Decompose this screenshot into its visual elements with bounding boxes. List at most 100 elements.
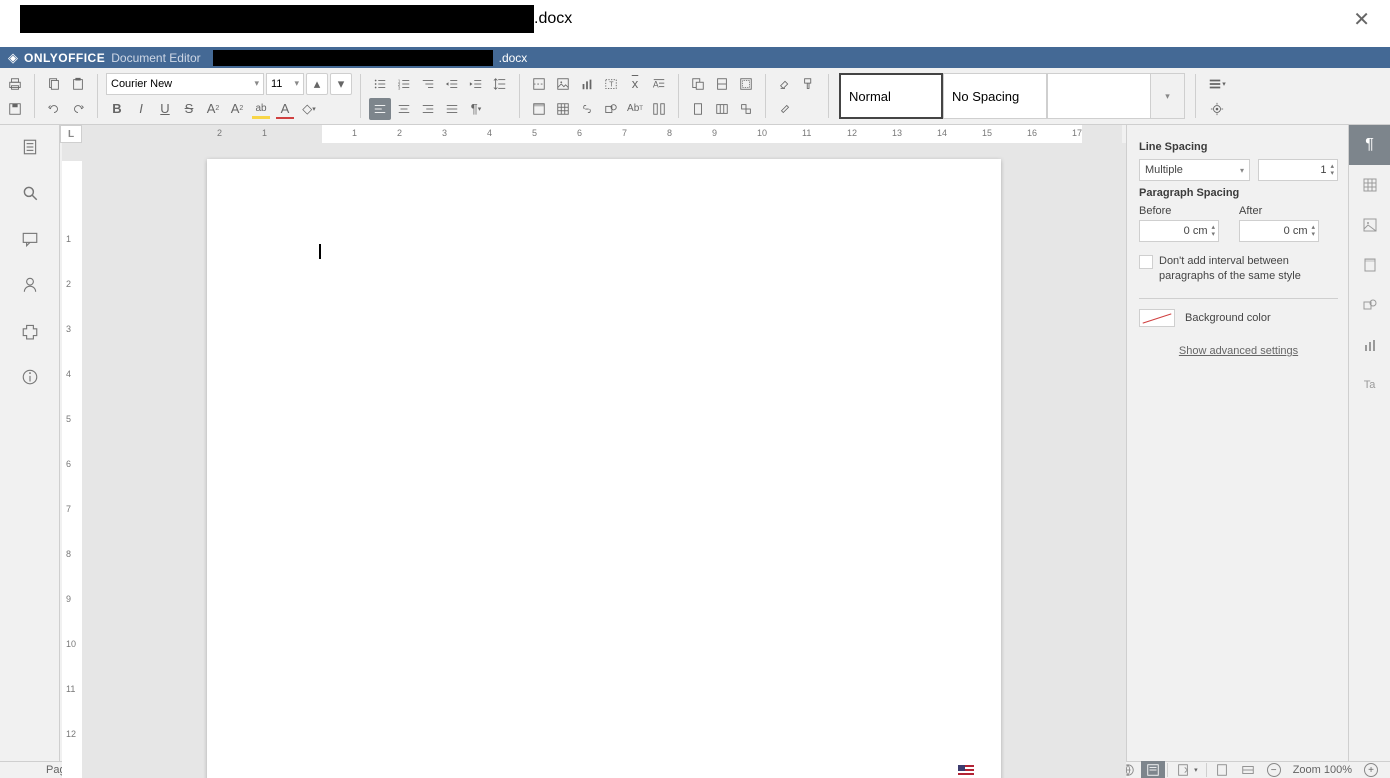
style-nospacing[interactable]: No Spacing (943, 73, 1047, 119)
highlight-tool-button[interactable] (774, 98, 796, 120)
comments-icon[interactable] (18, 227, 42, 251)
underline-button[interactable]: U (154, 98, 176, 120)
font-color-button[interactable]: A (274, 98, 296, 120)
paragraph-spacing-header: Paragraph Spacing (1139, 187, 1338, 199)
style-extra[interactable] (1047, 73, 1151, 119)
mailmerge-button[interactable] (687, 73, 709, 95)
svg-text:A: A (653, 79, 659, 89)
highlight-button[interactable]: ab (250, 98, 272, 120)
align-center-button[interactable] (393, 98, 415, 120)
bullets-button[interactable] (369, 73, 391, 95)
subscript-button[interactable]: A2 (226, 98, 248, 120)
ruler-corner[interactable]: L (60, 125, 82, 143)
strikethrough-button[interactable]: S (178, 98, 200, 120)
shape-settings-icon[interactable] (1349, 285, 1390, 325)
spacing-after-input[interactable]: 0 cm▴▾ (1239, 220, 1319, 242)
numbering-button[interactable]: 123 (393, 73, 415, 95)
decrease-font-button[interactable]: ▾ (330, 73, 352, 95)
nonprinting-button[interactable]: ¶▾ (465, 98, 487, 120)
show-advanced-link[interactable]: Show advanced settings (1179, 345, 1298, 357)
insert-header-button[interactable] (528, 98, 550, 120)
zoom-out-button[interactable]: − (1261, 763, 1287, 777)
brand-ext: .docx (499, 51, 528, 65)
track-changes-toggle[interactable] (1141, 761, 1165, 778)
header-settings-icon[interactable] (1349, 245, 1390, 285)
view-settings-button[interactable]: ▾ (1206, 73, 1228, 95)
image-settings-icon[interactable] (1349, 205, 1390, 245)
align-objects-button[interactable] (735, 98, 757, 120)
vertical-ruler[interactable]: 123456789101112 (62, 143, 82, 778)
file-tab-icon[interactable] (18, 135, 42, 159)
before-label: Before (1139, 205, 1219, 217)
page-orientation-button[interactable] (687, 98, 709, 120)
horizontal-ruler[interactable]: 211234567891011121314151617 (82, 125, 1122, 143)
print-button[interactable] (4, 73, 26, 95)
align-right-button[interactable] (417, 98, 439, 120)
copy-style-button[interactable] (798, 73, 820, 95)
font-size-select[interactable]: 11▾ (266, 73, 304, 95)
spacing-before-input[interactable]: 0 cm▴▾ (1139, 220, 1219, 242)
brand-name: ONLYOFFICE (24, 51, 105, 65)
fit-width-button[interactable] (1235, 763, 1261, 777)
page-size-button[interactable] (711, 73, 733, 95)
chat-icon[interactable] (18, 273, 42, 297)
increase-font-button[interactable]: ▴ (306, 73, 328, 95)
page-margins-button[interactable] (735, 73, 757, 95)
line-spacing-button[interactable] (489, 73, 511, 95)
italic-button[interactable]: I (130, 98, 152, 120)
align-justify-button[interactable] (441, 98, 463, 120)
style-expand-button[interactable]: ▾ (1151, 73, 1185, 119)
paste-button[interactable] (67, 73, 89, 95)
insert-image-button[interactable] (552, 73, 574, 95)
table-settings-icon[interactable] (1349, 165, 1390, 205)
redo-button[interactable] (67, 98, 89, 120)
insert-equation-button[interactable]: x (624, 73, 646, 95)
insert-link-button[interactable] (576, 98, 598, 120)
decrease-indent-button[interactable] (441, 73, 463, 95)
bold-button[interactable]: B (106, 98, 128, 120)
line-spacing-mode[interactable]: Multiple▾ (1139, 159, 1250, 181)
line-spacing-value[interactable]: 1▴▾ (1258, 159, 1338, 181)
paragraph-settings-icon[interactable]: ¶ (1349, 125, 1390, 165)
fit-page-button[interactable] (1209, 763, 1235, 777)
clear-style-button[interactable] (774, 73, 796, 95)
increase-indent-button[interactable] (465, 73, 487, 95)
left-sidebar (0, 125, 60, 761)
shape-fill-button[interactable]: ◇▾ (298, 98, 320, 120)
doc-changes-button[interactable]: ▾ (1170, 763, 1204, 777)
advanced-settings-button[interactable] (1206, 98, 1228, 120)
chart-settings-icon[interactable] (1349, 325, 1390, 365)
undo-button[interactable] (43, 98, 65, 120)
plugins-icon[interactable] (18, 319, 42, 343)
dont-add-interval-checkbox[interactable] (1139, 255, 1153, 269)
insert-chart-button[interactable] (576, 73, 598, 95)
canvas-scroll[interactable] (82, 143, 1126, 778)
font-name-select[interactable]: Courier New▾ (106, 73, 264, 95)
document-page[interactable] (207, 159, 1001, 778)
bg-color-swatch[interactable] (1139, 309, 1175, 327)
multilevel-button[interactable] (417, 73, 439, 95)
textart-settings-icon[interactable]: Ta (1349, 365, 1390, 405)
close-icon[interactable]: ✕ (1343, 3, 1380, 36)
zoom-in-button[interactable]: + (1358, 763, 1384, 777)
about-icon[interactable] (18, 365, 42, 389)
save-button[interactable] (4, 98, 26, 120)
text-cursor (319, 244, 321, 259)
insert-shape-button[interactable] (600, 98, 622, 120)
document-area: L 211234567891011121314151617 1234567891… (60, 125, 1126, 761)
superscript-button[interactable]: A2 (202, 98, 224, 120)
insert-dropcap-button[interactable]: A (648, 73, 670, 95)
insert-table-button[interactable] (552, 98, 574, 120)
copy-button[interactable] (43, 73, 65, 95)
insert-columns-button[interactable] (648, 98, 670, 120)
insert-textart-button[interactable]: AbT (624, 98, 646, 120)
zoom-label[interactable]: Zoom 100% (1287, 764, 1358, 776)
window-titlebar: .docx ✕ (0, 0, 1390, 38)
search-icon[interactable] (18, 181, 42, 205)
table-style-button[interactable] (711, 98, 733, 120)
insert-page-break-button[interactable] (528, 73, 550, 95)
insert-text-button[interactable]: T (600, 73, 622, 95)
style-normal[interactable]: Normal (839, 73, 943, 119)
align-left-button[interactable] (369, 98, 391, 120)
workspace: L 211234567891011121314151617 1234567891… (0, 125, 1390, 761)
